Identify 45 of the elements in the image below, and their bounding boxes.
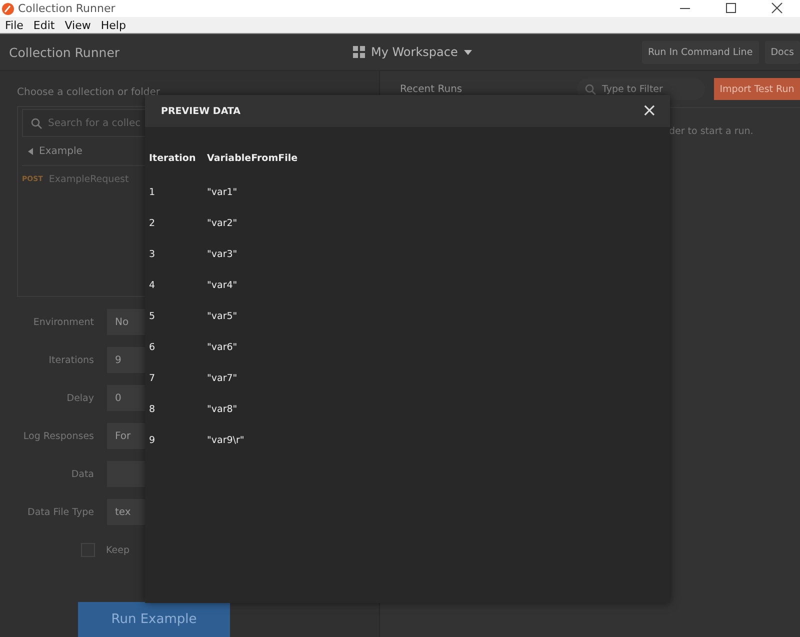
table-cell-text: 2 bbox=[149, 217, 156, 231]
setting-label: Iterations bbox=[48, 354, 94, 366]
header-button[interactable]: Run In Command Line bbox=[642, 40, 759, 64]
table-cell-text: 5 bbox=[149, 310, 156, 324]
menu-item[interactable]: View bbox=[60, 18, 96, 32]
run-button[interactable]: Run Example bbox=[78, 602, 230, 637]
table-cell-text: "var6" bbox=[207, 341, 238, 355]
table-cell-text: "var1" bbox=[207, 186, 238, 200]
setting-label: Data File Type bbox=[26, 506, 94, 518]
table-cell-text: 1 bbox=[149, 186, 156, 200]
setting-label: Log Responses bbox=[22, 430, 94, 442]
dialog-title: PREVIEW DATA bbox=[161, 106, 242, 116]
table-cell-text: "var9\r" bbox=[207, 434, 246, 448]
table-cell-text: 9 bbox=[149, 434, 156, 448]
table-cell-text: 4 bbox=[149, 279, 156, 293]
caret-icon[interactable] bbox=[464, 50, 472, 54]
window-title: Collection Runner bbox=[18, 2, 116, 15]
close-button[interactable]: × bbox=[638, 102, 661, 120]
table-cell-text: "var7" bbox=[207, 372, 238, 386]
table-cell-text: "var3" bbox=[207, 248, 238, 262]
table-cell-text: "var8" bbox=[207, 403, 238, 417]
table-cell-text: "var4" bbox=[207, 279, 238, 293]
setting-label: Delay bbox=[66, 392, 94, 404]
search-icon bbox=[585, 84, 596, 94]
setting-label: Environment bbox=[32, 316, 94, 328]
empty-message: der to start a run. bbox=[669, 126, 754, 137]
table-cell-text: "var5" bbox=[207, 310, 238, 324]
table-cell-text: 3 bbox=[149, 248, 156, 262]
table-cell-text: 7 bbox=[149, 372, 156, 386]
page-title: Collection Runner bbox=[8, 44, 121, 60]
search-icon bbox=[31, 118, 42, 128]
workspace-switcher[interactable]: My Workspace bbox=[371, 45, 458, 59]
menu-item[interactable]: File bbox=[0, 18, 28, 32]
table-cell-text: "var2" bbox=[207, 217, 238, 231]
collection-prompt: Choose a collection or folder bbox=[17, 87, 161, 98]
grid-icon bbox=[353, 46, 365, 58]
column-header: Iteration bbox=[149, 145, 207, 177]
column-header: VariableFromFile bbox=[207, 152, 298, 166]
section-title: Recent Runs bbox=[400, 84, 464, 94]
setting-label: Data bbox=[70, 468, 94, 480]
import-button[interactable]: Import Test Run bbox=[714, 78, 800, 100]
menu-item[interactable]: Edit bbox=[28, 18, 60, 32]
menu-item[interactable]: Help bbox=[96, 18, 131, 32]
header-button[interactable]: Docs bbox=[764, 40, 800, 64]
checkbox-label: Keep bbox=[106, 544, 130, 556]
